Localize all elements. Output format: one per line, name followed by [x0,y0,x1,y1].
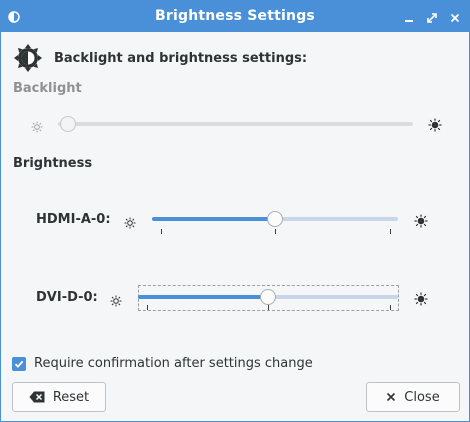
title-bar[interactable]: Brightness Settings [1,1,469,32]
require-confirmation-row[interactable]: Require confirmation after settings chan… [12,356,313,371]
require-confirmation-label: Require confirmation after settings chan… [34,356,313,371]
x-icon [386,392,396,402]
minimize-icon [404,8,414,27]
maximize-icon [427,8,437,27]
tick-mark [161,229,162,234]
tick-mark [275,229,276,234]
brightness-settings-window: Brightness Settings Backlight and bright… [0,0,470,422]
tick-mark [390,229,391,234]
tick-mark [390,305,391,310]
tick-mark [147,305,148,310]
sun-large-icon [414,291,428,310]
checkmark-icon [14,354,24,373]
close-icon [450,8,460,27]
sun-large-icon [428,117,442,136]
dvi-fill [138,295,268,299]
maximize-button[interactable] [422,7,442,27]
header-label: Backlight and brightness settings: [54,50,308,66]
reset-label: Reset [52,389,90,405]
hdmi-brightness-slider[interactable] [152,209,398,235]
reset-button[interactable]: Reset [12,382,106,412]
brightness-icon [13,43,43,73]
dvi-knob[interactable] [260,289,276,305]
close-label: Close [404,389,440,405]
sun-small-icon [31,118,43,137]
backlight-trough [58,122,413,126]
backlight-knob[interactable] [60,116,76,132]
output-hdmi-label: HDMI-A-0: [36,212,111,227]
sun-small-icon [110,292,122,311]
close-window-button[interactable] [445,7,465,27]
dvi-brightness-slider[interactable] [138,287,398,311]
require-confirmation-checkbox[interactable] [12,354,26,373]
backlight-slider[interactable] [58,114,413,134]
hdmi-fill [152,217,275,221]
sun-large-icon [414,213,428,232]
tick-mark [268,305,269,310]
minimize-button[interactable] [399,7,419,27]
hdmi-knob[interactable] [267,211,283,227]
brightness-label: Brightness [13,156,93,171]
backlight-label: Backlight [13,81,82,96]
header-row: Backlight and brightness settings: [13,43,307,73]
backspace-icon [29,391,45,403]
output-dvi-label: DVI-D-0: [36,290,98,305]
close-button[interactable]: Close [366,382,460,412]
sun-small-icon [124,214,136,233]
